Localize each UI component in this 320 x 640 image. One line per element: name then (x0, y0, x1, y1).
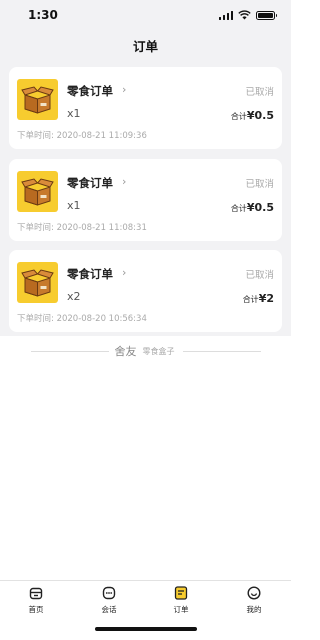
total-amount: 2 (266, 292, 274, 305)
order-total: 合计¥0.5 (231, 201, 274, 214)
order-status: 已取消 (245, 87, 274, 98)
profile-icon (247, 586, 261, 600)
tab-home[interactable]: 首页 (16, 586, 56, 615)
order-time-value: 2020-08-21 11:08:31 (56, 223, 147, 233)
currency-symbol: ¥ (246, 201, 255, 214)
order-list[interactable]: 零食订单 › x1 已取消 合计¥0.5 下单时间: 2020-08-21 11… (0, 64, 291, 336)
order-card[interactable]: 零食订单 › x2 已取消 合计¥2 下单时间: 2020-08-20 10:5… (9, 250, 282, 332)
nav-bar: 订单 (0, 30, 291, 64)
order-time-value: 2020-08-21 11:09:36 (56, 131, 147, 141)
order-name: 零食订单 (67, 267, 113, 281)
signal-icon (218, 10, 233, 20)
box-icon (21, 269, 54, 297)
tab-chat[interactable]: 会话 (89, 586, 129, 615)
wifi-icon (238, 10, 251, 20)
home-indicator (95, 627, 197, 631)
order-time: 下单时间: 2020-08-21 11:08:31 (17, 221, 147, 233)
chevron-right-icon[interactable]: › (122, 83, 126, 96)
total-amount: 0.5 (254, 201, 275, 214)
order-quantity: x1 (67, 107, 81, 120)
box-icon (21, 178, 54, 206)
total-amount: 0.5 (254, 109, 275, 122)
order-time-label: 下单时间: (17, 314, 54, 324)
tab-profile[interactable]: 我的 (234, 586, 274, 615)
tab-label: 订单 (173, 605, 189, 614)
orders-icon (174, 586, 188, 600)
total-label: 合计 (230, 112, 247, 121)
order-time: 下单时间: 2020-08-21 11:09:36 (17, 129, 147, 141)
tab-bar: 首页 会话 订单 我的 (0, 580, 291, 640)
status-bar: 1:30 (0, 0, 291, 30)
tab-label: 会话 (101, 605, 117, 614)
order-name: 零食订单 (67, 176, 113, 190)
order-quantity: x2 (67, 290, 81, 303)
total-label: 合计 (242, 295, 259, 304)
order-thumbnail (17, 171, 58, 212)
tab-label: 我的 (246, 605, 262, 614)
order-status: 已取消 (245, 270, 274, 281)
box-icon (21, 86, 54, 114)
order-time: 下单时间: 2020-08-20 10:56:34 (17, 312, 147, 324)
footer-brand: 舍友 (114, 345, 137, 358)
order-total: 合计¥2 (243, 292, 274, 305)
order-time-label: 下单时间: (17, 223, 54, 233)
battery-icon (256, 10, 277, 20)
order-time-label: 下单时间: (17, 131, 54, 141)
total-label: 合计 (230, 204, 247, 213)
status-icons (218, 10, 277, 20)
order-status: 已取消 (245, 179, 274, 190)
footer-subtitle: 零食盒子 (142, 346, 175, 356)
currency-symbol: ¥ (246, 109, 255, 122)
order-name: 零食订单 (67, 84, 113, 98)
tab-orders[interactable]: 订单 (161, 586, 201, 615)
divider (182, 350, 261, 352)
divider (30, 350, 109, 352)
order-card[interactable]: 零食订单 › x1 已取消 合计¥0.5 下单时间: 2020-08-21 11… (9, 67, 282, 149)
order-quantity: x1 (67, 199, 81, 212)
chevron-right-icon[interactable]: › (122, 175, 126, 188)
chevron-right-icon[interactable]: › (122, 266, 126, 279)
tab-label: 首页 (28, 605, 44, 614)
order-total: 合计¥0.5 (231, 109, 274, 122)
order-time-value: 2020-08-20 10:56:34 (56, 314, 147, 324)
chat-icon (102, 586, 116, 600)
order-thumbnail (17, 79, 58, 120)
status-time: 1:30 (28, 8, 58, 22)
home-icon (29, 587, 43, 600)
order-card[interactable]: 零食订单 › x1 已取消 合计¥0.5 下单时间: 2020-08-21 11… (9, 159, 282, 241)
list-footer: 舍友 零食盒子 (0, 340, 291, 362)
page-title: 订单 (132, 39, 158, 54)
order-thumbnail (17, 262, 58, 303)
